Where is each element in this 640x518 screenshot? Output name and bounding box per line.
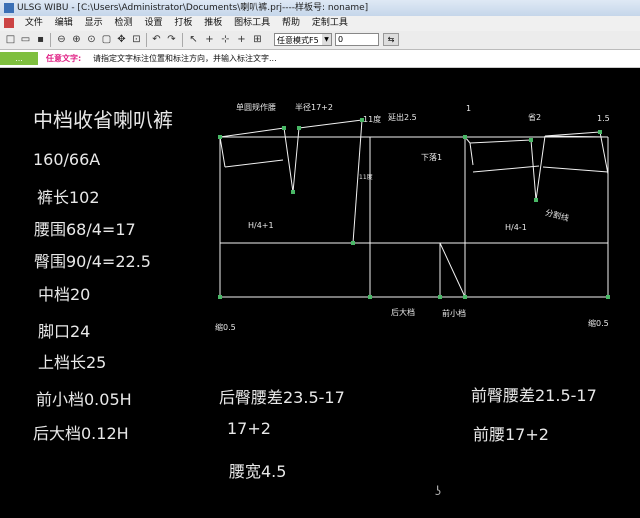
menu-edit[interactable]: 编辑: [55, 18, 73, 28]
menu-bar: 文件 编辑 显示 检测 设置 打板 推板 图标工具 帮助 定制工具: [0, 16, 640, 31]
label-one-five: 1.5: [597, 114, 610, 123]
menu-icon-tools[interactable]: 图标工具: [234, 18, 270, 28]
back-waist-note: 17+2: [227, 419, 271, 438]
menu-check[interactable]: 检测: [115, 18, 133, 28]
menu-file[interactable]: 文件: [25, 18, 43, 28]
label-radius: 半径17+2: [295, 103, 333, 112]
zoom-out-icon[interactable]: ⊖: [55, 33, 68, 46]
label-back-crotch: 后大档: [391, 308, 415, 317]
refresh-icon[interactable]: ⊡: [130, 33, 143, 46]
pattern-drawing: [218, 118, 610, 299]
undo-icon[interactable]: ↶: [150, 33, 163, 46]
label-hem-right: 缩0.5: [588, 319, 609, 328]
label-angle-11: 11度: [363, 115, 382, 124]
label-one: 1: [466, 104, 472, 113]
zoom-window-icon[interactable]: ▢: [100, 33, 113, 46]
pants-length-note: 裤长102: [37, 188, 100, 207]
front-crotch-note: 前小档0.05H: [36, 390, 132, 409]
chevron-down-icon[interactable]: ▼: [322, 34, 331, 45]
label-drop: 下落1: [421, 153, 443, 162]
waistband-note: 腰宽4.5: [229, 462, 287, 481]
pattern-title: 中档收省喇叭裤: [33, 108, 173, 132]
menu-help[interactable]: 帮助: [282, 18, 300, 28]
toolbar-divider: [50, 33, 51, 47]
value-input[interactable]: 0: [335, 33, 379, 46]
point-move-icon[interactable]: ⊞: [251, 33, 264, 46]
apply-icon[interactable]: ⇆: [383, 33, 399, 46]
zoom-in-icon[interactable]: ⊕: [70, 33, 83, 46]
select-arrow-icon[interactable]: ↖: [187, 33, 200, 46]
status-mode: ...: [0, 52, 38, 65]
watermark: ʖ: [435, 484, 442, 498]
save-icon[interactable]: ▪: [34, 33, 47, 46]
label-extend: 延出2.5: [388, 113, 417, 122]
toolbar-divider: [182, 33, 183, 47]
status-message: 请指定文字标注位置和标注方向，并输入标注文字...: [93, 54, 277, 63]
hip-note: 臀围90/4=22.5: [34, 252, 151, 271]
mode-select[interactable]: 任意模式F5 ▼: [274, 33, 332, 46]
label-angle-11-inner: 11度: [359, 174, 373, 181]
app-icon: [4, 3, 14, 13]
title-bar: ULSG WIBU - [C:\Users\Administrator\Docu…: [0, 0, 640, 16]
zoom-all-icon[interactable]: ⊙: [85, 33, 98, 46]
drawing-canvas[interactable]: 中档收省喇叭裤 160/66A 裤长102 腰围68/4=17 臀围90/4=2…: [0, 68, 640, 518]
open-folder-icon[interactable]: ▭: [19, 33, 32, 46]
label-hem-left: 缩0.5: [215, 323, 236, 332]
label-h-plus: H/4+1: [248, 221, 274, 230]
menu-draft[interactable]: 打板: [174, 18, 192, 28]
upper-rise-note: 上档长25: [38, 353, 107, 372]
hem-note: 脚口24: [38, 322, 91, 341]
mode-select-value: 任意模式F5: [277, 36, 319, 45]
size-note: 160/66A: [33, 150, 101, 169]
menu-settings[interactable]: 设置: [144, 18, 162, 28]
new-file-icon[interactable]: □: [4, 33, 17, 46]
point-plus-icon[interactable]: +: [203, 33, 216, 46]
label-dart: 省2: [528, 113, 542, 122]
point-edit-icon[interactable]: ⊹: [219, 33, 232, 46]
doc-icon[interactable]: [4, 18, 14, 28]
front-hip-waist-note: 前臀腰差21.5-17: [471, 386, 597, 405]
mid-rise-note: 中档20: [38, 285, 91, 304]
point-add-icon[interactable]: +: [235, 33, 248, 46]
status-task: 任意文字:: [46, 54, 82, 63]
window-title: ULSG WIBU - [C:\Users\Administrator\Docu…: [17, 3, 369, 13]
toolbar-divider: [146, 33, 147, 47]
menu-custom-tools[interactable]: 定制工具: [312, 18, 348, 28]
redo-icon[interactable]: ↷: [165, 33, 178, 46]
toolbar: □ ▭ ▪ ⊖ ⊕ ⊙ ▢ ✥ ⊡ ↶ ↷ ↖ + ⊹ + ⊞ 任意模式F5 ▼ …: [0, 31, 640, 50]
menu-grade[interactable]: 推板: [204, 18, 222, 28]
label-front-crotch: 前小档: [442, 309, 466, 318]
front-waist-note: 前腰17+2: [473, 425, 549, 444]
label-h-minus: H/4-1: [505, 223, 527, 232]
menu-view[interactable]: 显示: [85, 18, 103, 28]
back-hip-waist-note: 后臀腰差23.5-17: [219, 388, 345, 407]
back-crotch-note: 后大档0.12H: [33, 424, 129, 443]
waist-note: 腰围68/4=17: [34, 220, 136, 239]
label-square-waist: 单圆规作腰: [236, 103, 276, 112]
pan-icon[interactable]: ✥: [115, 33, 128, 46]
status-bar: ... 任意文字: 请指定文字标注位置和标注方向，并输入标注文字...: [0, 50, 640, 68]
